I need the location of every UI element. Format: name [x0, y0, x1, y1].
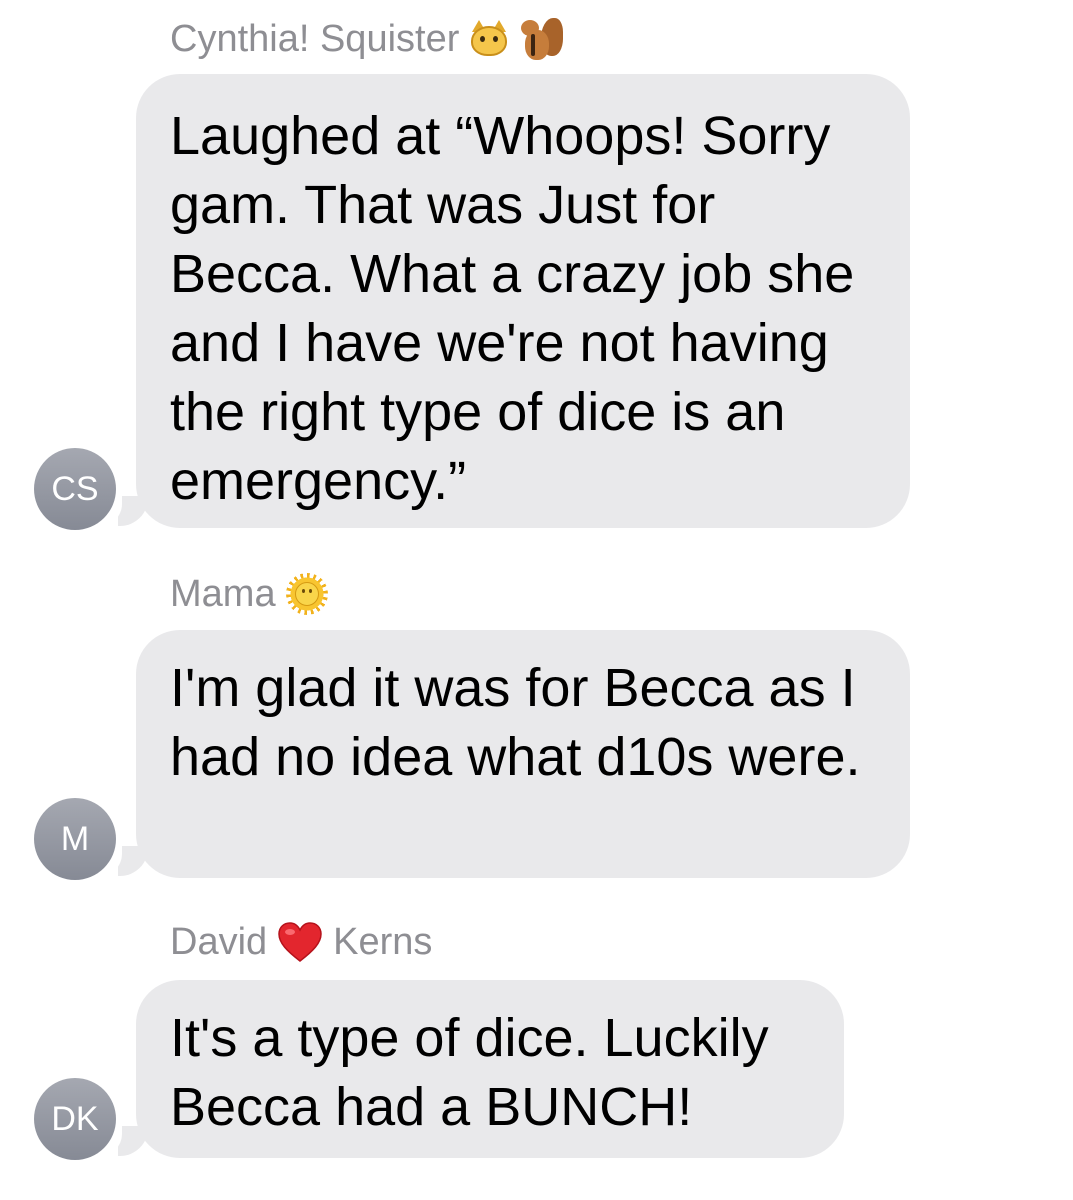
message-thread: Cynthia! Squister Laughed at “Whoops! So…: [0, 0, 1073, 1200]
sender-name-last: Kerns: [333, 921, 433, 963]
avatar-initials: DK: [51, 1100, 99, 1138]
avatar-initials: M: [60, 820, 90, 858]
sun-with-face-icon: [285, 573, 328, 615]
avatar-initials: CS: [51, 470, 99, 508]
cat-face-icon: [469, 20, 509, 58]
message-text: It's a type of dice. Luckily Becca had a…: [170, 1008, 769, 1137]
sender-name-text: Mama: [170, 573, 276, 615]
avatar[interactable]: M: [34, 798, 116, 880]
sender-name: David Kerns: [170, 920, 432, 964]
message-bubble[interactable]: Laughed at “Whoops! Sorry gam. That was …: [136, 74, 910, 528]
chipmunk-icon: [519, 16, 564, 62]
message-text: Laughed at “Whoops! Sorry gam. That was …: [170, 106, 855, 511]
bubble-tail: [118, 846, 148, 876]
avatar[interactable]: DK: [34, 1078, 116, 1160]
bubble-tail: [118, 496, 148, 526]
message-text: I'm glad it was for Becca as I had no id…: [170, 658, 861, 787]
sender-name-text: Cynthia! Squister: [170, 18, 460, 60]
bubble-tail: [118, 1126, 148, 1156]
sender-name: Cynthia! Squister: [170, 16, 564, 62]
message-bubble[interactable]: It's a type of dice. Luckily Becca had a…: [136, 980, 844, 1158]
red-heart-icon: [277, 921, 323, 963]
sender-name: Mama: [170, 572, 328, 616]
sender-name-first: David: [170, 921, 268, 963]
message-bubble[interactable]: I'm glad it was for Becca as I had no id…: [136, 630, 910, 878]
avatar[interactable]: CS: [34, 448, 116, 530]
